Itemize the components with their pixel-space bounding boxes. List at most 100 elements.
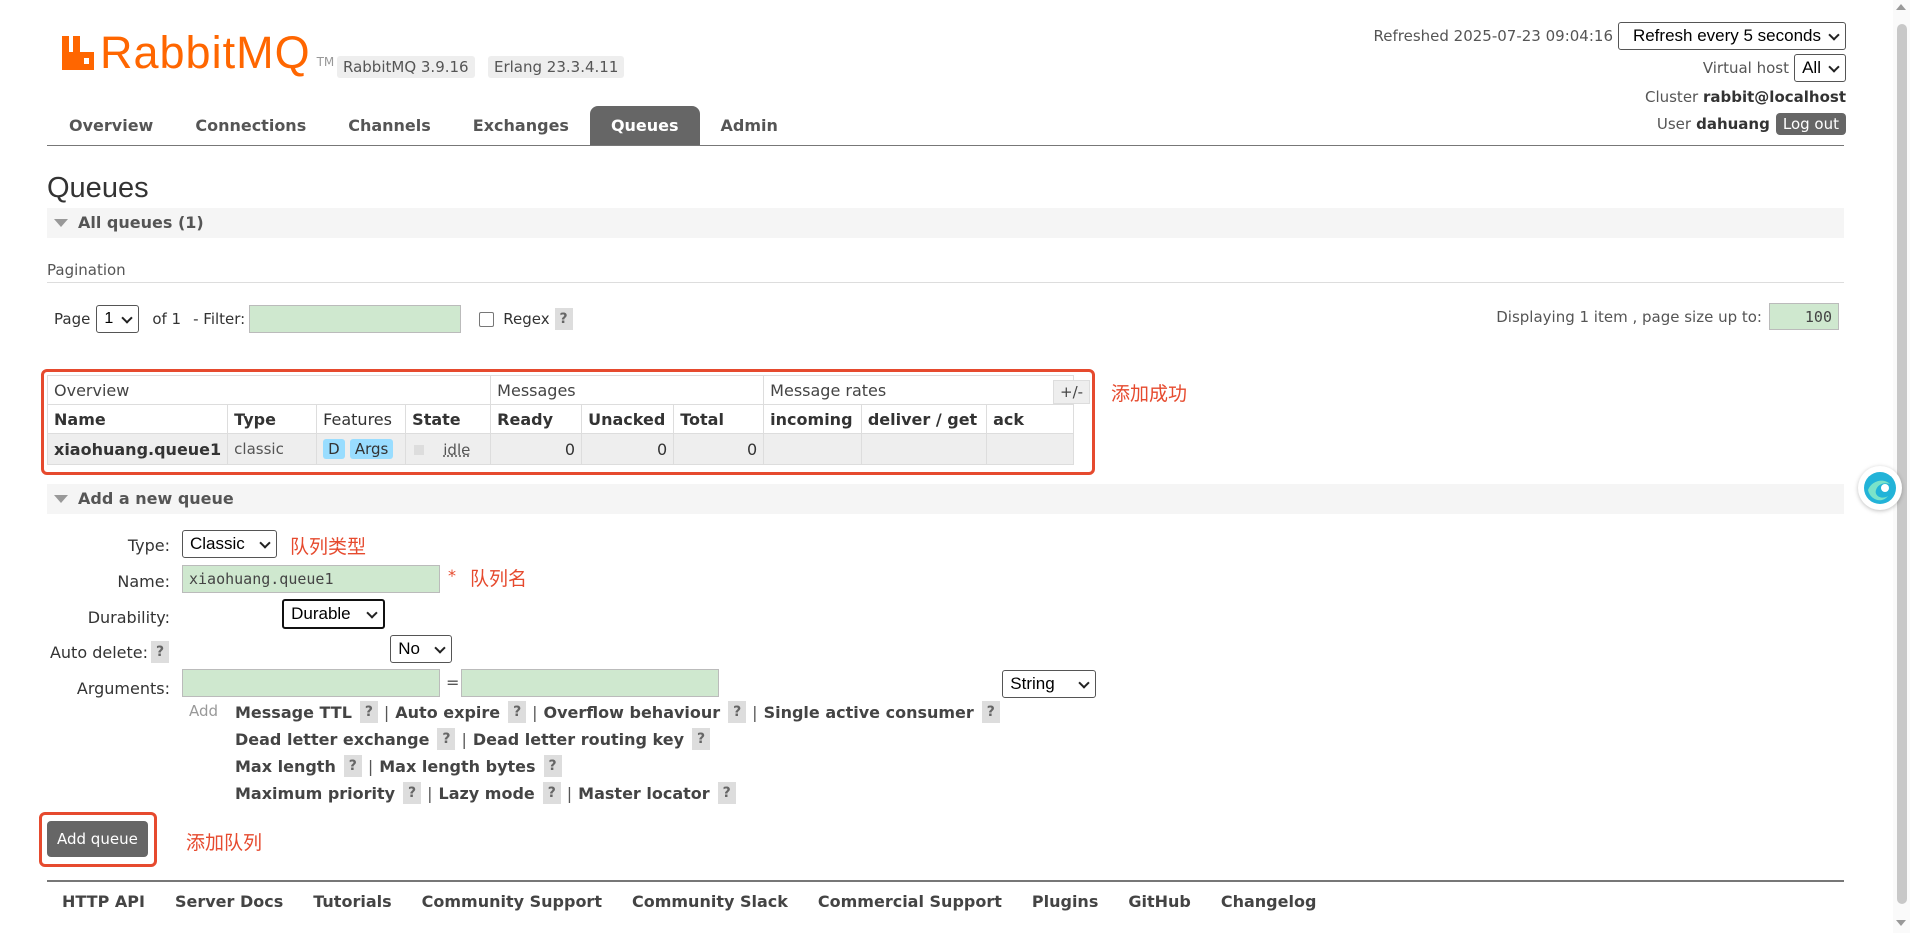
col-unacked[interactable]: Unacked (581, 404, 675, 434)
tab-exchanges[interactable]: Exchanges (452, 106, 590, 145)
arg-separator: | (566, 783, 573, 803)
add-argument-label: Add (189, 702, 219, 720)
arg-max-length-help[interactable]: ? (343, 755, 362, 777)
feature-args-badge: Args (349, 439, 394, 459)
queue-ready: 0 (490, 433, 583, 465)
argument-type-select[interactable]: String (1002, 670, 1097, 698)
footer-link-community-slack[interactable]: Community Slack (632, 892, 788, 911)
arg-auto-expire[interactable]: Auto expire (395, 703, 500, 722)
tab-queues[interactable]: Queues (589, 106, 700, 145)
add-queue-button[interactable]: Add queue (47, 821, 148, 857)
group-message-rates: Message rates (763, 375, 1075, 405)
queue-name-input[interactable]: xiaohuang.queue1 (182, 565, 440, 593)
col-deliver-get[interactable]: deliver / get (860, 404, 988, 434)
auto-delete-help-button[interactable]: ? (151, 641, 169, 663)
col-state[interactable]: State (405, 404, 492, 434)
floating-assistant-button[interactable] (1858, 466, 1902, 510)
refresh-interval-select[interactable]: Refresh every 5 seconds (1618, 22, 1846, 50)
col-name[interactable]: Name (46, 404, 229, 434)
scroll-up-arrow-icon[interactable] (1896, 4, 1906, 10)
arg-lazy-mode[interactable]: Lazy mode (439, 784, 535, 803)
arg-maximum-priority[interactable]: Maximum priority (235, 784, 395, 803)
argument-key-input[interactable] (182, 669, 440, 697)
queue-unacked: 0 (581, 433, 675, 465)
arg-overflow-behaviour[interactable]: Overflow behaviour (544, 703, 721, 722)
tab-admin[interactable]: Admin (700, 106, 799, 145)
arg-overflow-behaviour-help[interactable]: ? (728, 701, 747, 723)
page-size-row: Displaying 1 item , page size up to: 100 (1496, 303, 1839, 330)
arg-max-length[interactable]: Max length (235, 757, 336, 776)
queue-incoming (763, 433, 862, 465)
type-label: Type: (127, 536, 170, 555)
all-queues-toggle[interactable]: All queues (1) (47, 208, 1844, 238)
arg-dead-letter-exchange-help[interactable]: ? (437, 728, 456, 750)
rabbitmq-version-badge: RabbitMQ 3.9.16 (337, 56, 475, 78)
arg-single-active-consumer[interactable]: Single active consumer (764, 703, 974, 722)
col-total[interactable]: Total (673, 404, 765, 434)
footer-link-github[interactable]: GitHub (1128, 892, 1191, 911)
arg-message-ttl[interactable]: Message TTL (235, 703, 352, 722)
footer-link-commercial-support[interactable]: Commercial Support (818, 892, 1002, 911)
auto-delete-select[interactable]: No (390, 635, 453, 663)
vhost-select[interactable]: All (1794, 54, 1846, 82)
arg-lazy-mode-help[interactable]: ? (542, 782, 561, 804)
all-queues-heading: All queues (1) (78, 213, 204, 232)
annotation-added-success: 添加成功 (1111, 383, 1188, 405)
scrollbar-thumb[interactable] (1897, 24, 1907, 904)
footer-link-changelog[interactable]: Changelog (1221, 892, 1317, 911)
queues-table: Overview Messages Message rates Name Typ… (46, 375, 1075, 465)
queue-ack (986, 433, 1075, 465)
footer-link-tutorials[interactable]: Tutorials (313, 892, 391, 911)
footer-divider (47, 880, 1844, 882)
arg-dead-letter-routing-key[interactable]: Dead letter routing key (473, 730, 684, 749)
table-row[interactable]: xiaohuang.queue1 classic D Args idle 0 0… (46, 433, 1075, 465)
table-column-header: Name Type Features State Ready Unacked T… (46, 404, 1075, 434)
arg-separator: | (427, 783, 433, 803)
page-of-label: of 1 (152, 310, 182, 328)
rabbitmq-logo: RabbitMQ TM (60, 30, 334, 75)
arg-dead-letter-exchange[interactable]: Dead letter exchange (235, 730, 429, 749)
arg-master-locator[interactable]: Master locator (578, 784, 710, 803)
col-type[interactable]: Type (227, 404, 318, 434)
queue-name-link[interactable]: xiaohuang.queue1 (46, 433, 229, 465)
regex-help-button[interactable]: ? (554, 308, 573, 330)
logout-button[interactable]: Log out (1775, 113, 1846, 135)
page-select[interactable]: 1 (96, 305, 140, 333)
arg-auto-expire-help[interactable]: ? (508, 701, 527, 723)
arg-master-locator-help[interactable]: ? (717, 782, 736, 804)
arg-max-length-bytes[interactable]: Max length bytes (379, 757, 535, 776)
tab-connections[interactable]: Connections (174, 106, 327, 145)
arg-separator: | (461, 729, 467, 749)
filter-label: - Filter: (193, 310, 246, 328)
queue-type-select[interactable]: Classic (182, 530, 277, 558)
arg-max-length-bytes-help[interactable]: ? (543, 755, 562, 777)
arg-maximum-priority-help[interactable]: ? (403, 782, 422, 804)
arg-single-active-consumer-help[interactable]: ? (981, 701, 1000, 723)
tab-channels[interactable]: Channels (327, 106, 452, 145)
argument-equals: = (446, 673, 460, 692)
argument-value-input[interactable] (461, 669, 719, 697)
column-toggle-button[interactable]: +/- (1053, 380, 1091, 404)
tab-overview[interactable]: Overview (48, 106, 174, 145)
regex-checkbox[interactable] (479, 311, 495, 327)
durability-select[interactable]: Durable (282, 599, 386, 629)
arg-dead-letter-routing-key-help[interactable]: ? (692, 728, 711, 750)
group-messages: Messages (490, 375, 765, 405)
footer-link-community-support[interactable]: Community Support (422, 892, 602, 911)
arg-message-ttl-help[interactable]: ? (359, 701, 378, 723)
footer-link-http-api[interactable]: HTTP API (62, 892, 145, 911)
assistant-swirl-icon (1864, 472, 1896, 504)
footer-link-plugins[interactable]: Plugins (1032, 892, 1098, 911)
main-nav: Overview Connections Channels Exchanges … (48, 106, 799, 145)
page-size-input[interactable]: 100 (1769, 303, 1839, 330)
col-ack[interactable]: ack (986, 404, 1075, 434)
queues-table-wrap: Overview Messages Message rates Name Typ… (46, 375, 1075, 465)
col-incoming[interactable]: incoming (763, 404, 862, 434)
argument-shortcuts-line-2: Dead letter exchange ? | Dead letter rou… (235, 728, 711, 750)
footer-link-server-docs[interactable]: Server Docs (175, 892, 283, 911)
col-ready[interactable]: Ready (490, 404, 583, 434)
add-queue-toggle[interactable]: Add a new queue (47, 484, 1844, 514)
user-label: User (1656, 115, 1692, 133)
scroll-down-arrow-icon[interactable] (1896, 920, 1906, 926)
filter-input[interactable] (249, 305, 462, 333)
